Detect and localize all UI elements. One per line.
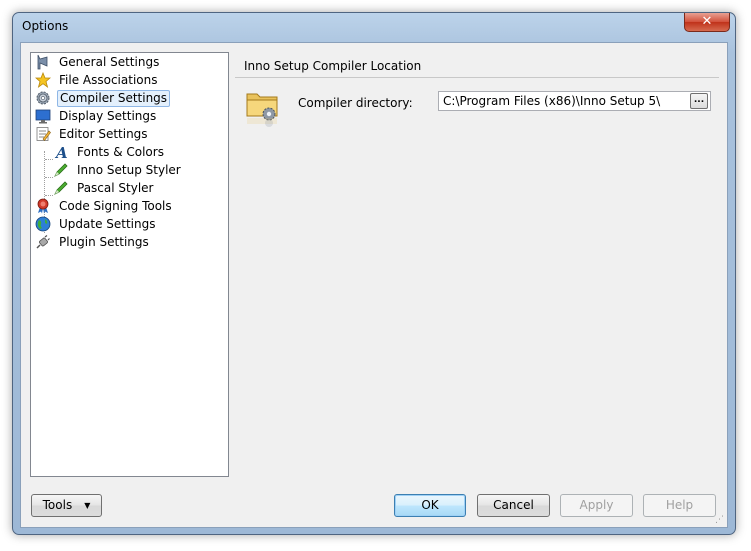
section-title: Inno Setup Compiler Location (244, 59, 422, 73)
chevron-down-icon: ▼ (84, 501, 91, 510)
browse-button[interactable]: ... (690, 93, 708, 109)
gear-icon (36, 91, 50, 105)
tree-connector (45, 195, 53, 196)
ok-button[interactable]: OK (394, 494, 466, 517)
plug-icon (36, 235, 50, 249)
section-divider (235, 77, 719, 78)
tree-item-label: Pascal Styler (77, 181, 154, 195)
tree-item-label: Editor Settings (59, 127, 148, 141)
apply-button[interactable]: Apply (560, 494, 633, 517)
options-window: Options ✕ General Settings File Associat… (12, 12, 736, 535)
monitor-icon (35, 109, 51, 124)
help-button[interactable]: Help (643, 494, 716, 517)
general-settings-icon (37, 54, 48, 70)
svg-text:A: A (54, 144, 68, 160)
globe-icon (35, 216, 51, 232)
tools-dropdown-button[interactable]: Tools ▼ (31, 494, 102, 517)
window-title: Options (22, 19, 69, 33)
cancel-button[interactable]: Cancel (477, 494, 550, 517)
tools-label: Tools (42, 498, 73, 512)
compiler-directory-value: C:\Program Files (x86)\Inno Setup 5\ (443, 94, 661, 108)
green-pen-icon (54, 163, 68, 177)
font-icon: A (54, 144, 68, 160)
tree-item-label: Fonts & Colors (77, 145, 164, 159)
tree-item-label: General Settings (59, 55, 160, 69)
tree-item-label: Update Settings (59, 217, 156, 231)
compiler-directory-field[interactable]: C:\Program Files (x86)\Inno Setup 5\ ... (438, 91, 711, 111)
resize-grip[interactable]: ⋰ (715, 515, 725, 525)
ribbon-badge-icon (37, 198, 49, 214)
compiler-directory-label: Compiler directory: (298, 96, 413, 110)
star-icon (35, 72, 51, 88)
tree-item-label: Inno Setup Styler (77, 163, 181, 177)
compiler-settings-panel: Inno Setup Compiler Location Compiler di… (235, 52, 719, 475)
title-bar[interactable]: Options ✕ (13, 13, 735, 43)
editor-icon (36, 127, 51, 141)
close-icon: ✕ (701, 14, 713, 29)
green-pen-icon (54, 181, 68, 195)
dialog-client-area: General Settings File Associations Compi… (20, 42, 728, 528)
tree-connector (45, 159, 53, 160)
settings-tree[interactable]: General Settings File Associations Compi… (30, 52, 229, 477)
tree-connector (45, 177, 53, 178)
tree-item-label: File Associations (59, 73, 158, 87)
tree-item-label: Code Signing Tools (59, 199, 172, 213)
tree-item-label: Compiler Settings (57, 90, 171, 107)
dialog-footer: Tools ▼ OK Cancel Apply Help ⋰ (21, 483, 727, 527)
close-button[interactable]: ✕ (684, 13, 730, 32)
tree-item-label: Plugin Settings (59, 235, 149, 249)
folder-gear-icon (246, 93, 278, 127)
tree-item-label: Display Settings (59, 109, 157, 123)
